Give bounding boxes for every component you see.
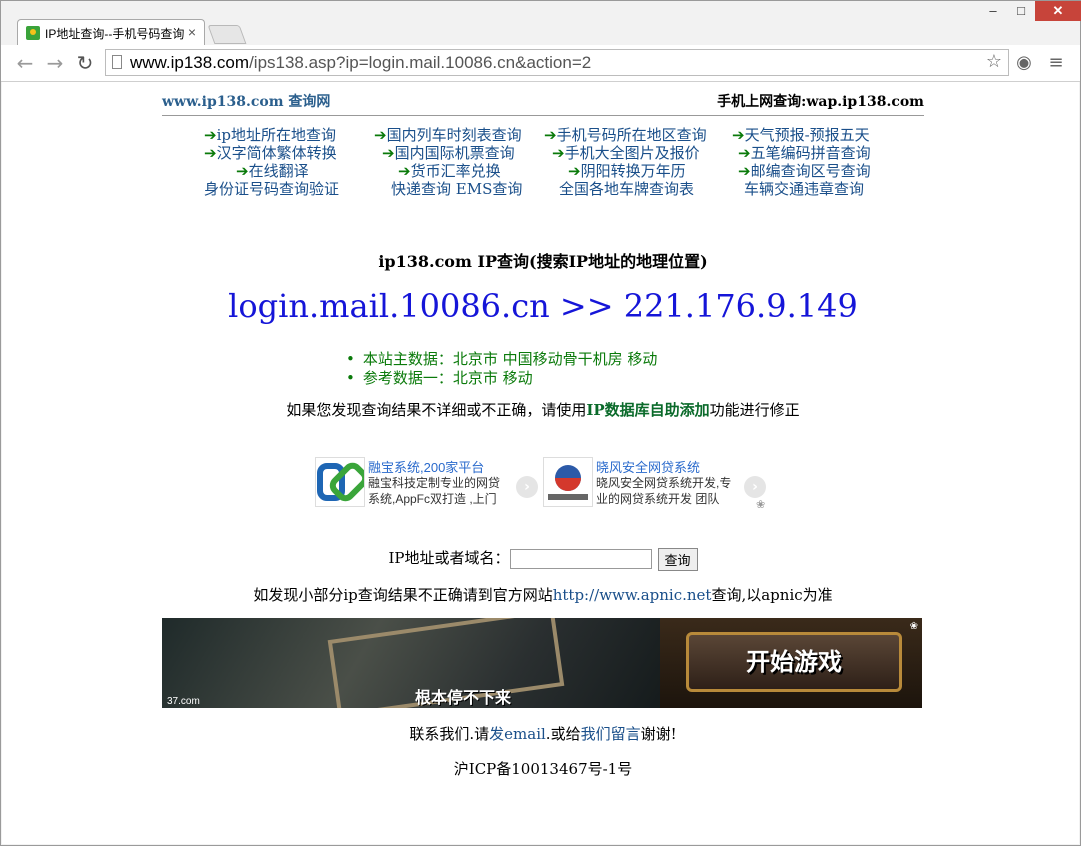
minimize-button[interactable]: – xyxy=(979,1,1007,21)
ip-domain-input[interactable] xyxy=(509,549,652,569)
page-viewport: www.ip138.com 查询网 手机上网查询:wap.ip138.com ➔… xyxy=(2,82,1079,844)
browser-tab[interactable]: IP地址查询--手机号码查询 × xyxy=(17,19,205,45)
ad-paw-icon[interactable]: ❀ xyxy=(756,498,765,511)
page-icon xyxy=(112,55,122,69)
query-button[interactable]: 查询 xyxy=(657,547,698,571)
ad-item[interactable]: 融宝系统,200家平台 融宝科技定制专业的网贷系统,AppFc双打造 ,上门 xyxy=(315,457,535,512)
new-tab-button[interactable] xyxy=(207,25,247,44)
window-close-button[interactable]: ✕ xyxy=(1035,1,1081,21)
nav-link[interactable]: 身份证号码查询验证 xyxy=(204,178,339,199)
ad-item[interactable]: 晓风安全网贷系统 晓风安全网贷系统开发,专业的网贷系统开发 团队 xyxy=(543,457,763,512)
ad-description: 晓风安全网贷系统开发,专业的网贷系统开发 团队 xyxy=(596,476,732,506)
nav-link[interactable]: 车辆交通违章查询 xyxy=(744,178,864,199)
back-arrow-icon[interactable]: ← xyxy=(13,51,37,75)
nav-link[interactable]: 全国各地车牌查询表 xyxy=(559,178,694,199)
maximize-button[interactable]: □ xyxy=(1007,1,1035,21)
header-divider xyxy=(162,115,924,116)
game-ad-banner[interactable]: 根本停不下来 37.com 开始游戏 ❀ xyxy=(162,618,922,708)
address-url[interactable]: www.ip138.com/ips138.asp?ip=login.mail.1… xyxy=(130,53,591,73)
search-label: IP地址或者域名： xyxy=(388,549,510,567)
paw-icon: ❀ xyxy=(909,621,918,632)
bookmark-star-icon[interactable]: ☆ xyxy=(986,51,1002,72)
nav-link[interactable]: 快递查询 EMS查询 xyxy=(391,178,522,199)
start-game-button[interactable]: 开始游戏 xyxy=(686,632,902,692)
data-ref-row: • 参考数据一：北京市 移动 xyxy=(346,369,533,387)
menu-icon[interactable]: ≡ xyxy=(1045,52,1067,74)
ad-next-arrow-icon[interactable]: › xyxy=(516,476,538,498)
ad-next-arrow-icon[interactable]: › xyxy=(744,476,766,498)
message-link[interactable]: 我们留言 xyxy=(581,725,641,743)
favicon-icon xyxy=(26,26,40,40)
ad-logo-icon xyxy=(315,457,369,507)
banner-caption: 根本停不下来 xyxy=(415,690,512,707)
banner-brand: 37.com xyxy=(167,696,200,707)
page-title: ip138.com IP查询(搜索IP地址的地理位置) xyxy=(378,252,708,271)
globe-icon[interactable]: ◉ xyxy=(1013,52,1035,74)
contact-line: 联系我们.请发email.或给我们留言谢谢! xyxy=(409,725,677,743)
ad-description: 融宝科技定制专业的网贷系统,AppFc双打造 ,上门 xyxy=(368,476,501,506)
ad-logo-icon xyxy=(543,457,593,507)
ip-db-add-link[interactable]: IP数据库自助添加 xyxy=(586,401,709,419)
ad-title[interactable]: 晓风安全网贷系统 xyxy=(596,457,700,476)
icp-license: 沪ICP备10013467号-1号 xyxy=(453,760,633,778)
tab-title: IP地址查询--手机号码查询 xyxy=(45,27,185,41)
tab-strip: IP地址查询--手机号码查询 × – □ ✕ xyxy=(1,1,1081,45)
apnic-note: 如发现小部分ip查询结果不正确请到官方网站http://www.apnic.ne… xyxy=(253,586,833,604)
email-link[interactable]: 发email xyxy=(489,725,546,743)
mobile-query-text[interactable]: 手机上网查询:wap.ip138.com xyxy=(717,91,924,111)
browser-toolbar: ← → ↻ www.ip138.com/ips138.asp?ip=login.… xyxy=(1,45,1080,82)
browser-window: IP地址查询--手机号码查询 × – □ ✕ ← → ↻ www.ip138.c… xyxy=(0,0,1081,846)
banner-start-panel: 开始游戏 ❀ xyxy=(660,618,922,708)
data-main-row: • 本站主数据：北京市 中国移动骨干机房 移动 xyxy=(346,350,658,368)
search-form: IP地址或者域名： 查询 xyxy=(162,547,924,571)
tab-close-icon[interactable]: × xyxy=(188,24,196,40)
site-header-link[interactable]: www.ip138.com 查询网 xyxy=(162,91,330,111)
reload-icon[interactable]: ↻ xyxy=(73,51,97,75)
apnic-link[interactable]: http://www.apnic.net xyxy=(553,586,712,604)
forward-arrow-icon[interactable]: → xyxy=(43,51,67,75)
correction-note: 如果您发现查询结果不详细或不正确，请使用IP数据库自助添加功能进行修正 xyxy=(286,401,800,419)
address-bar[interactable]: www.ip138.com/ips138.asp?ip=login.mail.1… xyxy=(105,49,1009,76)
lookup-result: login.mail.10086.cn >> 221.176.9.149 xyxy=(228,287,858,325)
ad-title[interactable]: 融宝系统,200家平台 xyxy=(368,457,484,476)
